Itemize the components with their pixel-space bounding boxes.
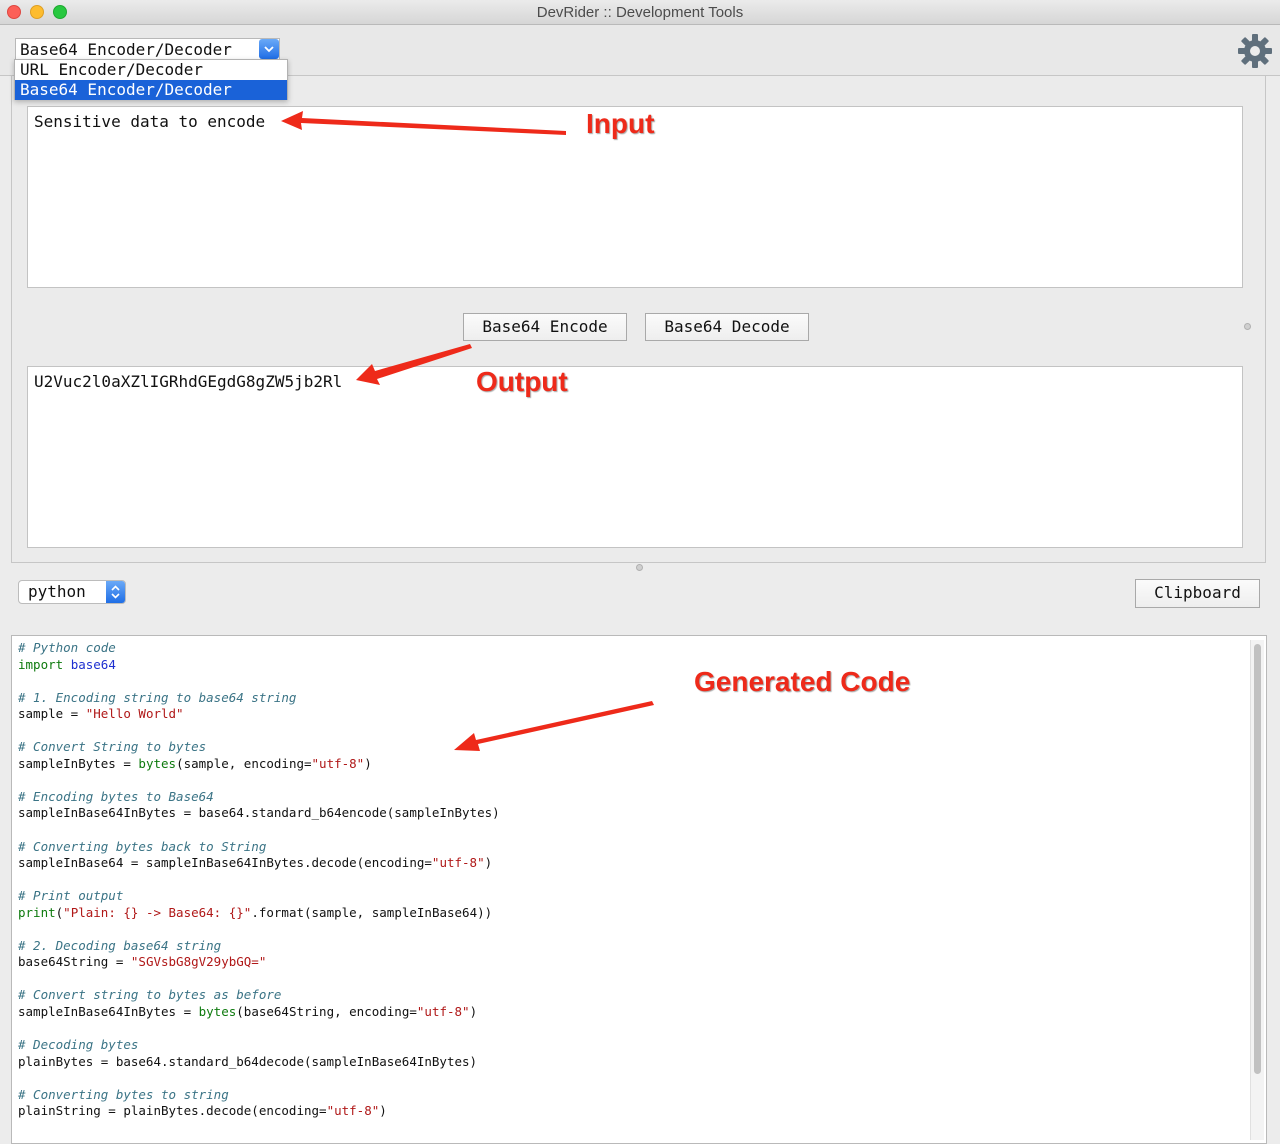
code-line: base64String = "SGVsbG8gV29ybGQ=" [18,954,267,970]
code-line: # Print output [18,888,124,904]
tool-selector-value: Base64 Encoder/Decoder [20,40,232,59]
code-line: plainBytes = base64.standard_b64decode(s… [18,1053,478,1069]
code-line: sampleInBytes = bytes(sample, encoding="… [18,755,372,771]
window-title: DevRider :: Development Tools [536,4,744,21]
annotation-output: Output [476,366,568,397]
dropdown-item-base64-encoder[interactable]: Base64 Encoder/Decoder [15,80,287,100]
code-scrollbar[interactable] [1250,640,1264,1140]
code-line: # 1. Encoding string to base64 string [18,689,297,705]
code-line: sampleInBase64InBytes = base64.standard_… [18,805,500,821]
scrollbar-thumb[interactable] [1254,644,1261,1074]
code-line: # Converting bytes to string [18,1086,229,1102]
base64-encode-button[interactable]: Base64 Encode [463,313,627,341]
dropdown-item-url-encoder[interactable]: URL Encoder/Decoder [15,60,287,80]
language-selector[interactable]: python [18,580,126,604]
annotation-input: Input [586,108,655,139]
tool-dropdown-menu: URL Encoder/Decoder Base64 Encoder/Decod… [14,59,288,100]
splitter-handle[interactable] [1244,323,1251,330]
gear-icon[interactable] [1237,33,1273,69]
code-line: import base64 [18,656,116,672]
output-textarea[interactable]: U2Vuc2l0aXZlIGRhdGEgdG8gZW5jb2Rl [27,366,1243,548]
code-line: sample = "Hello World" [18,706,184,722]
title-bar: DevRider :: Development Tools [0,0,1280,25]
clipboard-button[interactable]: Clipboard [1135,579,1260,608]
code-line: print("Plain: {} -> Base64: {}".format(s… [18,904,493,920]
generated-code-area[interactable]: # Python code import base64 # 1. Encoding… [11,635,1267,1144]
annotation-generated-code: Generated Code [694,666,911,697]
code-line: # Converting bytes back to String [18,838,267,854]
base64-decode-button[interactable]: Base64 Decode [645,313,809,341]
code-line: # Convert String to bytes [18,739,207,755]
code-line: # Convert string to bytes as before [18,987,282,1003]
code-line: # Decoding bytes [18,1037,139,1053]
code-line: # 2. Decoding base64 string [18,937,222,953]
tool-selector[interactable]: Base64 Encoder/Decoder [15,38,280,60]
panel-resize-handle[interactable] [636,564,643,571]
code-listing: # Python code import base64 # 1. Encoding… [18,640,500,1120]
code-line: plainString = plainBytes.decode(encoding… [18,1103,387,1119]
code-line: sampleInBase64InBytes = bytes(base64Stri… [18,1004,478,1020]
code-line: sampleInBase64 = sampleInBase64InBytes.d… [18,855,493,871]
language-selector-value: python [28,582,86,601]
code-line: # Encoding bytes to Base64 [18,788,214,804]
code-line: # Python code [18,640,116,655]
chevron-updown-icon[interactable] [106,581,125,603]
chevron-down-icon[interactable] [259,39,279,59]
